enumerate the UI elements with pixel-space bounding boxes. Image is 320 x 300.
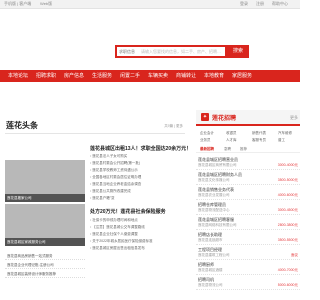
top-bar: 手机版 | 客户端 Web版 登录 注册 帮助中心 bbox=[0, 0, 300, 9]
news-row[interactable]: 【注意】莲花县城公交车调整路线 bbox=[90, 225, 185, 230]
news-row[interactable]: 社保卡的申领办理时间和地点 bbox=[90, 218, 185, 223]
job-company: 莲花县连锁超市 bbox=[198, 238, 223, 242]
category-link[interactable]: 销售代表 bbox=[252, 131, 266, 136]
list-item[interactable]: 莲花县企业代理记账-注册公司 bbox=[5, 261, 85, 269]
news-row[interactable]: 莲花县村委会公开招聘(第一批) bbox=[90, 161, 185, 166]
search-category[interactable]: 求职信息 bbox=[119, 49, 135, 55]
job-item[interactable]: 招聘店长助理 莲花县连锁超市 3500-5500元 bbox=[196, 230, 300, 245]
job-company: 莲花县物流配送中心 bbox=[198, 208, 230, 212]
job-salary: 面议 bbox=[291, 253, 298, 257]
recruit-panel: ✦ 莲花招聘 更多 企业会计 收银员 销售代表 汽车维修 业务员 人才库 客服专… bbox=[196, 110, 300, 300]
banner-caption: 莲花县城区家政服务公司 bbox=[5, 238, 85, 246]
job-item[interactable]: 招聘厨师 莲花县城区酒楼 4000-7000元 bbox=[196, 260, 300, 275]
job-item[interactable]: 莲花县销售业务代表 莲花县农业发展公司 4000-6000元 bbox=[196, 185, 300, 200]
search-box[interactable]: 求职信息 请输入您要找的信息，如二手、房产、招聘… bbox=[115, 45, 227, 58]
job-salary: 2800-3800元 bbox=[277, 223, 298, 227]
tab-recommended[interactable]: 推荐 bbox=[240, 147, 247, 152]
nav-item-home[interactable]: 家居服务 bbox=[232, 70, 252, 82]
job-company: 莲花县农业发展公司 bbox=[198, 193, 230, 197]
section-title: 莲花头条 bbox=[6, 121, 38, 130]
category-link[interactable]: 收银员 bbox=[226, 131, 237, 136]
category-link[interactable]: 汽车维修 bbox=[278, 131, 292, 136]
news-row[interactable]: 莲花县当地企业养老金结余调查 bbox=[90, 182, 185, 187]
news-row[interactable]: 莲花县户籍"变 bbox=[90, 196, 185, 201]
news-row[interactable]: 莲花县公共厕所改建完成 bbox=[90, 189, 185, 194]
category-link[interactable]: 业务员 bbox=[200, 138, 211, 143]
divider bbox=[5, 133, 185, 134]
search-input[interactable]: 请输入您要找的信息，如二手、房产、招聘… bbox=[141, 49, 221, 55]
recruit-title: 莲花招聘 bbox=[212, 116, 237, 122]
banner-column: 莲花县搬家公司 莲花县城区家政服务公司 莲花县商品房销售一站式服务 莲花县企业代… bbox=[5, 142, 85, 297]
web-link[interactable]: Web版 bbox=[40, 1, 52, 7]
job-company: 莲花县文化传媒公司 bbox=[198, 178, 230, 182]
briefcase-icon: ✦ bbox=[201, 113, 209, 121]
list-item[interactable]: 莲花县城区装修设计师服务推荐 bbox=[5, 270, 85, 278]
register-link[interactable]: 注册 bbox=[256, 1, 264, 7]
recruit-header: ✦ 莲花招聘 更多 bbox=[196, 110, 300, 126]
site-logo[interactable] bbox=[5, 14, 65, 48]
job-salary: 3000-4000元 bbox=[277, 163, 298, 167]
nav-item-jobs[interactable]: 招聘求职 bbox=[36, 70, 56, 82]
recruit-tabs: 最新招聘 急聘 推荐 bbox=[196, 146, 300, 153]
lead-headline[interactable]: 处方20万元！莲花县社会保险服务 bbox=[90, 208, 166, 215]
nav-item-housing[interactable]: 房产信息 bbox=[64, 70, 84, 82]
nav-item-education[interactable]: 本地教育 bbox=[204, 70, 224, 82]
mobile-link[interactable]: 手机版 | 客户端 bbox=[4, 1, 31, 7]
job-salary: 3500-5500元 bbox=[277, 238, 298, 242]
help-link[interactable]: 帮助中心 bbox=[272, 1, 288, 7]
recruit-more-link[interactable]: 更多 bbox=[290, 115, 298, 121]
news-row[interactable]: 莲花县学校教师工资待遇公示 bbox=[90, 168, 185, 173]
news-row[interactable]: 全国各地区村委会居住证明办理 bbox=[90, 175, 185, 180]
category-link[interactable]: 人才库 bbox=[226, 138, 237, 143]
banner-caption: 莲花县搬家公司 bbox=[5, 194, 85, 202]
search-button[interactable]: 搜索 bbox=[227, 45, 249, 58]
login-link[interactable]: 登录 bbox=[240, 1, 248, 7]
nav-item-cars[interactable]: 车辆买卖 bbox=[148, 70, 168, 82]
job-item[interactable]: 莲花县城区招聘客服 莲花县网络科技有限公司 2800-3800元 bbox=[196, 215, 300, 230]
job-salary: 5000-6000元 bbox=[277, 283, 298, 287]
job-item[interactable]: 招聘仓库管理员 莲花县物流配送中心 3000-4500元 bbox=[196, 200, 300, 215]
job-salary: 4000-7000元 bbox=[277, 268, 298, 272]
job-company: 莲花县物流公司 bbox=[198, 283, 223, 287]
job-salary: 3000-4500元 bbox=[277, 208, 298, 212]
tab-urgent[interactable]: 急聘 bbox=[224, 147, 231, 152]
job-item[interactable]: 工程项目经理 莲花县建筑工程公司 面议 bbox=[196, 245, 300, 260]
headlines-section: 莲花头条 共9篇 | 更多 莲花县搬家公司 莲花县城区家政服务公司 莲花县商品房… bbox=[5, 118, 191, 300]
job-company: 莲花县建筑工程公司 bbox=[198, 253, 230, 257]
job-company: 莲花县网络科技有限公司 bbox=[198, 223, 237, 227]
banner-image[interactable]: 莲花县搬家公司 bbox=[5, 160, 85, 202]
news-row[interactable]: 莲花县企业社保个人缴费调整 bbox=[90, 232, 185, 237]
tab-latest[interactable]: 最新招聘 bbox=[200, 147, 214, 152]
nav-item-forum[interactable]: 本地论坛 bbox=[8, 70, 28, 82]
news-row[interactable]: 莲花县城区房屋出售出租信息发布 bbox=[90, 246, 185, 251]
job-salary: 3500-5000元 bbox=[277, 178, 298, 182]
job-company: 莲花县城区商贸有限公司 bbox=[198, 163, 237, 167]
list-item[interactable]: 莲花县商品房销售一站式服务 bbox=[5, 252, 85, 260]
lead-headline[interactable]: 莲花县城区出租13人！求职全国达20余万元！ bbox=[90, 145, 191, 152]
section-meta[interactable]: 共9篇 | 更多 bbox=[164, 124, 183, 129]
nav-item-shops[interactable]: 商铺转让 bbox=[176, 70, 196, 82]
category-link[interactable]: 普工 bbox=[278, 138, 285, 143]
category-link[interactable]: 企业会计 bbox=[200, 131, 214, 136]
news-row[interactable]: 关于2022年城乡居民医疗保险缴费标准 bbox=[90, 239, 185, 244]
banner-image[interactable]: 莲花县城区家政服务公司 bbox=[5, 204, 85, 246]
job-item[interactable]: 莲花县城区招聘营业员 莲花县城区商贸有限公司 3000-4000元 bbox=[196, 155, 300, 170]
nav-item-life[interactable]: 生活服务 bbox=[92, 70, 112, 82]
job-item[interactable]: 招聘司机 莲花县物流公司 5000-6000元 bbox=[196, 275, 300, 290]
job-salary: 4000-6000元 bbox=[277, 193, 298, 197]
nav-item-secondhand[interactable]: 闲置二手 bbox=[120, 70, 140, 82]
job-item[interactable]: 莲花县城区招聘财务人员 莲花县文化传媒公司 3500-5000元 bbox=[196, 170, 300, 185]
category-link[interactable]: 客服专员 bbox=[252, 138, 266, 143]
news-row[interactable]: 莲花县法人子女可购买 bbox=[90, 154, 185, 159]
main-nav: 本地论坛 招聘求职 房产信息 生活服务 闲置二手 车辆买卖 商铺转让 本地教育 … bbox=[0, 70, 300, 82]
job-company: 莲花县城区酒楼 bbox=[198, 268, 223, 272]
